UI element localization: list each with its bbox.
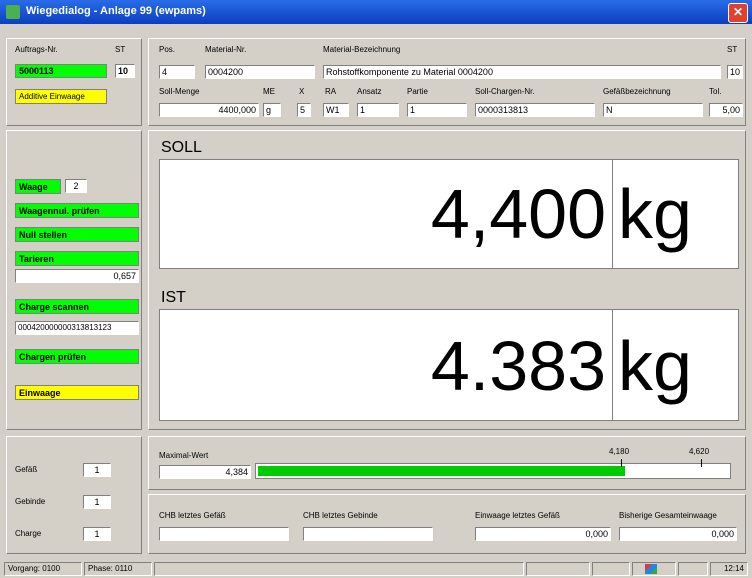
tol-field[interactable]: 5,00 [709, 103, 743, 117]
soll-menge-field[interactable]: 4400,000 [159, 103, 259, 117]
tarieren-button[interactable]: Tarieren [15, 251, 139, 266]
title-bar: Wiegedialog - Anlage 99 (ewpams) ✕ [0, 0, 752, 24]
ist-value: 4.383 [430, 327, 606, 405]
progress-panel: Maximal-Wert 4,384 4,180 4,620 [148, 436, 746, 490]
tick2-mark [701, 459, 702, 467]
status-empty-4 [678, 562, 708, 576]
status-empty-3 [592, 562, 630, 576]
ist-separator [612, 310, 613, 420]
status-phase: Phase: 0110 [84, 562, 152, 576]
ist-display: 4.383 kg [159, 309, 739, 421]
ra-field[interactable]: W1 [323, 103, 349, 117]
soll-charge-field[interactable]: 0000313813 [475, 103, 595, 117]
charge-count-label: Charge [15, 529, 42, 538]
ist-section-label: IST [161, 289, 186, 306]
ist-unit: kg [618, 327, 692, 405]
status-indicator [632, 562, 676, 576]
soll-value: 4,400 [430, 175, 606, 253]
partie-field[interactable]: 1 [407, 103, 467, 117]
ansatz-label: Ansatz [357, 87, 382, 96]
status-time: 12:14 [710, 562, 748, 576]
order-st-label: ST [115, 45, 126, 54]
gefaess-count-field[interactable]: 1 [83, 463, 111, 477]
gefaess-count-label: Gefäß [15, 465, 38, 474]
bezeichnung-field[interactable]: Rohstoffkomponente zu Material 0004200 [323, 65, 721, 79]
order-st-value: 10 [115, 64, 135, 78]
soll-unit: kg [618, 175, 692, 253]
ra-label: RA [325, 87, 337, 96]
tick2-label: 4,620 [689, 447, 710, 456]
status-bar: Vorgang: 0100 Phase: 0110 12:14 [0, 560, 752, 578]
gesamteinwaage-label: Bisherige Gesamteinwaage [619, 511, 717, 520]
gefaess-bez-label: Gefäßbezeichnung [603, 87, 671, 96]
auftrag-value: 5000113 [15, 64, 107, 78]
partie-label: Partie [407, 87, 428, 96]
material-st-label: ST [727, 45, 738, 54]
counts-panel: Gefäß 1 Gebinde 1 Charge 1 [6, 436, 142, 554]
chb-gefaess-label: CHB letztes Gefäß [159, 511, 226, 520]
soll-display: 4,400 kg [159, 159, 739, 269]
waagennull-pruefen-button[interactable]: Waagennul. prüfen [15, 203, 139, 218]
gebinde-count-label: Gebinde [15, 497, 46, 506]
chargen-pruefen-button[interactable]: Chargen prüfen [15, 349, 139, 364]
einwaage-letztes-field[interactable]: 0,000 [475, 527, 611, 541]
soll-separator [612, 160, 613, 268]
soll-section-label: SOLL [161, 139, 202, 156]
charge-count-field[interactable]: 1 [83, 527, 111, 541]
status-empty-2 [526, 562, 590, 576]
material-st-field[interactable]: 10 [727, 65, 743, 79]
progress-bar-track [255, 463, 731, 479]
bottom-panel: CHB letztes Gefäß CHB letztes Gebinde Ei… [148, 494, 746, 554]
tol-label: Tol. [709, 87, 722, 96]
chb-gebinde-label: CHB letztes Gebinde [303, 511, 378, 520]
gefaess-bez-field[interactable]: N [603, 103, 703, 117]
status-vorgang: Vorgang: 0100 [4, 562, 82, 576]
steps-panel: Waage 2 Waagennul. prüfen Null stellen T… [6, 130, 142, 430]
display-panel: SOLL 4,400 kg IST 4.383 kg [148, 130, 746, 430]
x-label: X [299, 87, 305, 96]
soll-charge-label: Soll-Chargen-Nr. [475, 87, 535, 96]
additive-einwaage-badge[interactable]: Additive Einwaage [15, 89, 107, 104]
tick1-label: 4,180 [609, 447, 630, 456]
me-label: ME [263, 87, 275, 96]
status-empty-1 [154, 562, 524, 576]
progress-bar-fill [258, 466, 625, 476]
soll-menge-label: Soll-Menge [159, 87, 200, 96]
gebinde-count-field[interactable]: 1 [83, 495, 111, 509]
pos-field[interactable]: 4 [159, 65, 195, 79]
material-panel: Pos. 4 Material-Nr. 0004200 Material-Bez… [148, 38, 746, 126]
app-icon [6, 5, 20, 19]
waage-label: Waage [15, 179, 61, 194]
charge-scannen-button[interactable]: Charge scannen [15, 299, 139, 314]
null-stellen-button[interactable]: Null stellen [15, 227, 139, 242]
chb-gefaess-field[interactable] [159, 527, 289, 541]
ansatz-field[interactable]: 1 [357, 103, 399, 117]
auftrag-label: Auftrags-Nr. [15, 45, 58, 54]
me-field[interactable]: g [263, 103, 281, 117]
bezeichnung-label: Material-Bezeichnung [323, 45, 401, 54]
order-panel: Auftrags-Nr. ST 5000113 10 Additive Einw… [6, 38, 142, 126]
connection-icon [645, 564, 657, 574]
pos-label: Pos. [159, 45, 176, 54]
tick1-mark [621, 459, 622, 467]
tara-field[interactable]: 0,657 [15, 269, 139, 283]
matnr-field[interactable]: 0004200 [205, 65, 315, 79]
einwaage-letztes-label: Einwaage letztes Gefäß [475, 511, 560, 520]
chb-gebinde-field[interactable] [303, 527, 433, 541]
maximal-wert-field: 4,384 [159, 465, 251, 479]
charge-scan-field[interactable]: 000420000000313813123 [15, 321, 139, 335]
x-field[interactable]: 5 [297, 103, 311, 117]
waage-field[interactable]: 2 [65, 179, 87, 193]
matnr-label: Material-Nr. [205, 45, 247, 54]
gesamteinwaage-field[interactable]: 0,000 [619, 527, 737, 541]
window-title: Wiegedialog - Anlage 99 (ewpams) [26, 5, 206, 17]
maximal-wert-label: Maximal-Wert [159, 451, 209, 460]
close-icon[interactable]: ✕ [728, 3, 748, 23]
einwaage-button[interactable]: Einwaage [15, 385, 139, 400]
